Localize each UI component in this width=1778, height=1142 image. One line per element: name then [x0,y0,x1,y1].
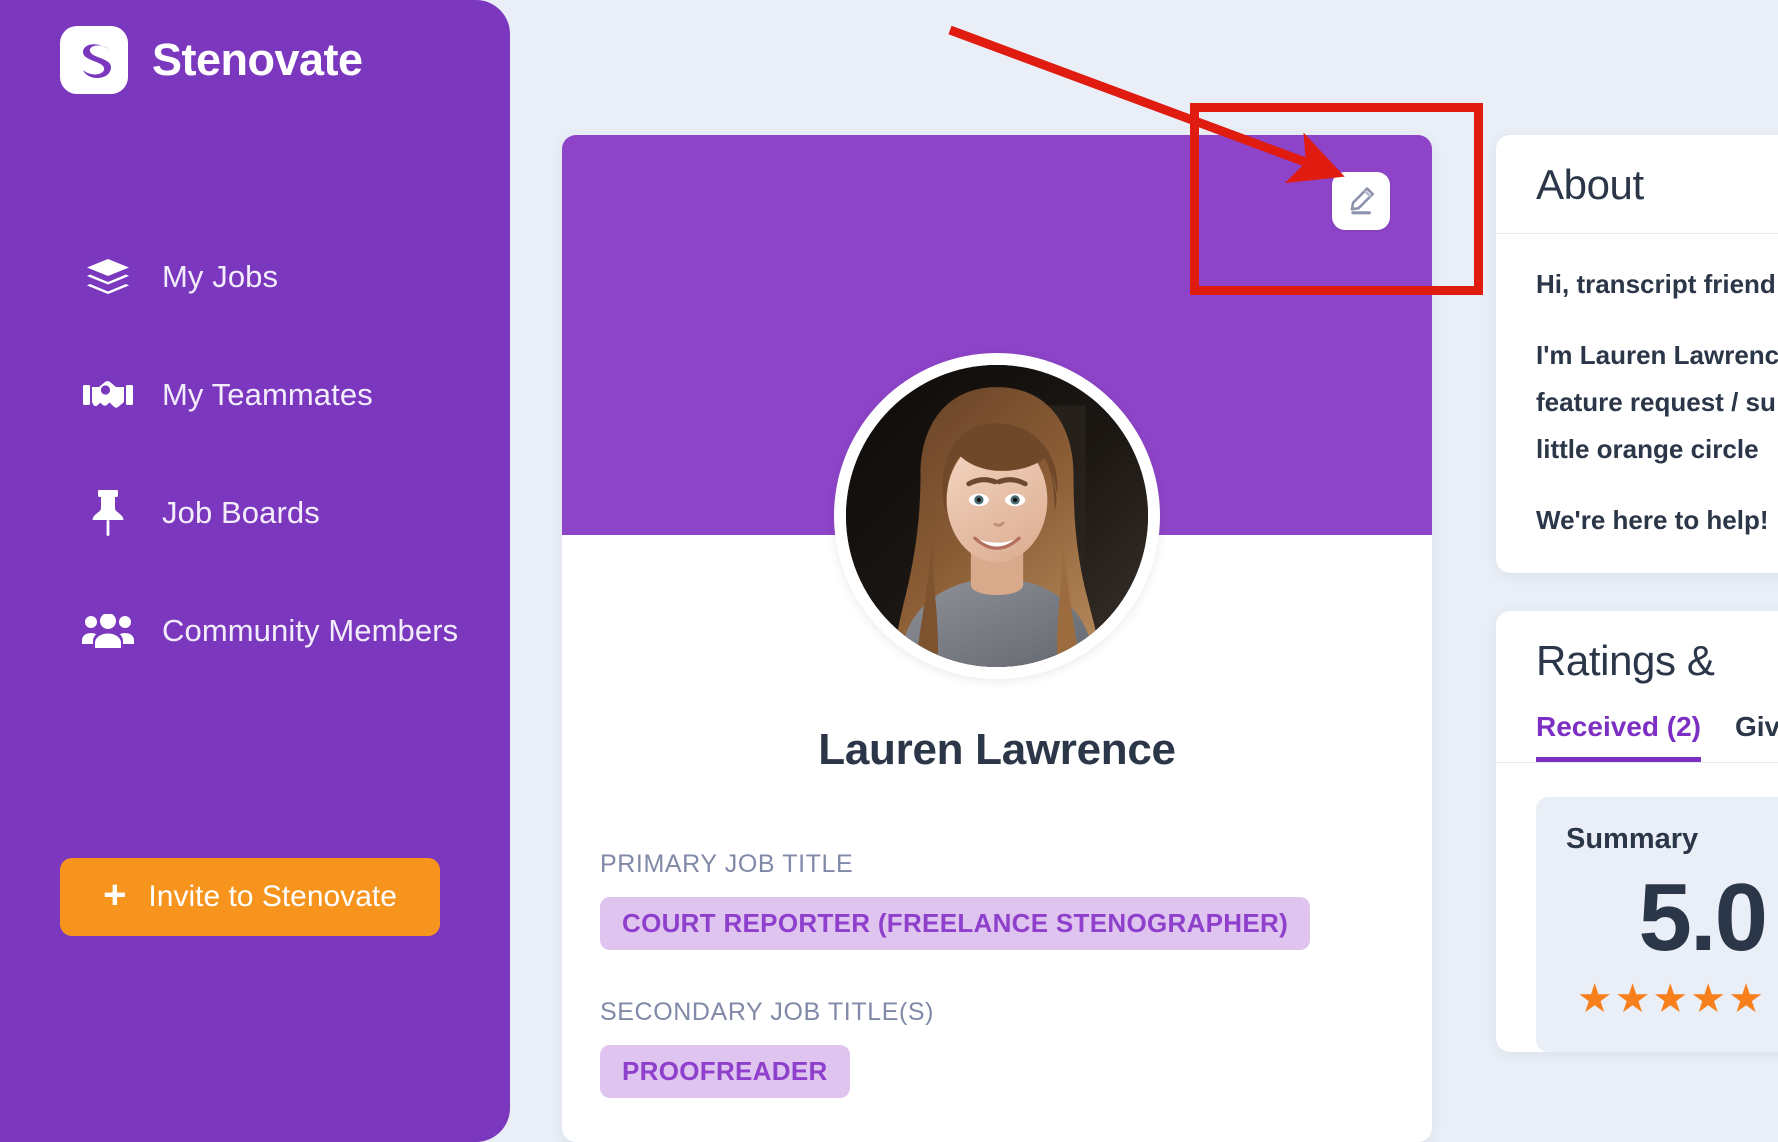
sidebar-item-community-members[interactable]: Community Members [0,594,510,668]
layers-icon [82,253,134,301]
sidebar: Stenovate My Jobs My Teammates Job Board… [0,0,510,1142]
about-panel-header: About [1496,135,1778,234]
about-panel-body: Hi, transcript friend I'm Lauren Lawrenc… [1496,234,1778,573]
invite-button-label: Invite to Stenovate [148,880,397,913]
about-panel: About Hi, transcript friend I'm Lauren L… [1496,135,1778,573]
sidebar-item-label: Job Boards [162,495,320,530]
ratings-title: Ratings & [1536,636,1715,684]
right-column: About Hi, transcript friend I'm Lauren L… [1496,135,1778,1090]
sidebar-item-my-jobs[interactable]: My Jobs [0,240,510,314]
stenovate-s-logo-icon [60,26,128,94]
sidebar-item-label: Community Members [162,613,459,648]
avatar-photo [846,365,1148,667]
ratings-panel: Ratings & Received (2) Giv Summary 5.0 ★… [1496,610,1778,1052]
chip-list: COURT REPORTER (FREELANCE STENOGRAPHER) [600,897,1400,950]
tab-received[interactable]: Received (2) [1536,695,1701,762]
about-paragraph: I'm Lauren Lawrence [1536,339,1778,370]
edit-profile-button[interactable] [1332,172,1390,230]
ratings-summary-box: Summary 5.0 ★★★★★ [1536,796,1778,1052]
about-title: About [1536,161,1644,208]
plus-icon: + [103,873,127,917]
sidebar-nav: My Jobs My Teammates Job Boards Communit… [0,240,510,712]
summary-stars: ★★★★★ [1576,976,1766,1021]
brand-logo-area[interactable]: Stenovate [60,26,363,94]
avatar [834,353,1160,679]
about-paragraph: We're here to help! [1536,504,1769,535]
handshake-icon [82,371,134,419]
field-label: PRIMARY JOB TITLE [600,850,854,878]
sidebar-item-job-boards[interactable]: Job Boards [0,476,510,550]
field-label: SECONDARY JOB TITLE(S) [600,998,935,1026]
job-title-chip: PROOFREADER [600,1045,850,1098]
profile-name: Lauren Lawrence [818,725,1176,774]
tab-given[interactable]: Giv [1735,695,1778,762]
primary-job-title-field: PRIMARY JOB TITLE COURT REPORTER (FREELA… [600,850,1400,950]
job-title-chip: COURT REPORTER (FREELANCE STENOGRAPHER) [600,897,1311,950]
chip-list: PROOFREADER [600,1045,1400,1098]
summary-label: Summary [1566,822,1699,855]
screen-root: Stenovate My Jobs My Teammates Job Board… [0,0,1778,1142]
pin-icon [82,489,134,537]
profile-card: Lauren Lawrence PRIMARY JOB TITLE COURT … [562,135,1432,1142]
secondary-job-title-field: SECONDARY JOB TITLE(S) PROOFREADER [600,998,1400,1098]
sidebar-item-my-teammates[interactable]: My Teammates [0,358,510,432]
summary-score: 5.0 [1638,863,1768,971]
pencil-edit-icon [1345,185,1377,217]
invite-to-stenovate-button[interactable]: + Invite to Stenovate [60,858,440,936]
about-paragraph: feature request / su [1536,386,1776,417]
brand-name: Stenovate [152,34,363,85]
sidebar-item-label: My Jobs [162,259,279,294]
about-paragraph: little orange circle [1536,433,1759,464]
ratings-panel-header: Ratings & [1496,611,1778,695]
users-group-icon [82,607,134,655]
about-paragraph: Hi, transcript friend [1536,269,1776,299]
sidebar-item-label: My Teammates [162,377,373,412]
ratings-tabs: Received (2) Giv [1496,695,1778,763]
